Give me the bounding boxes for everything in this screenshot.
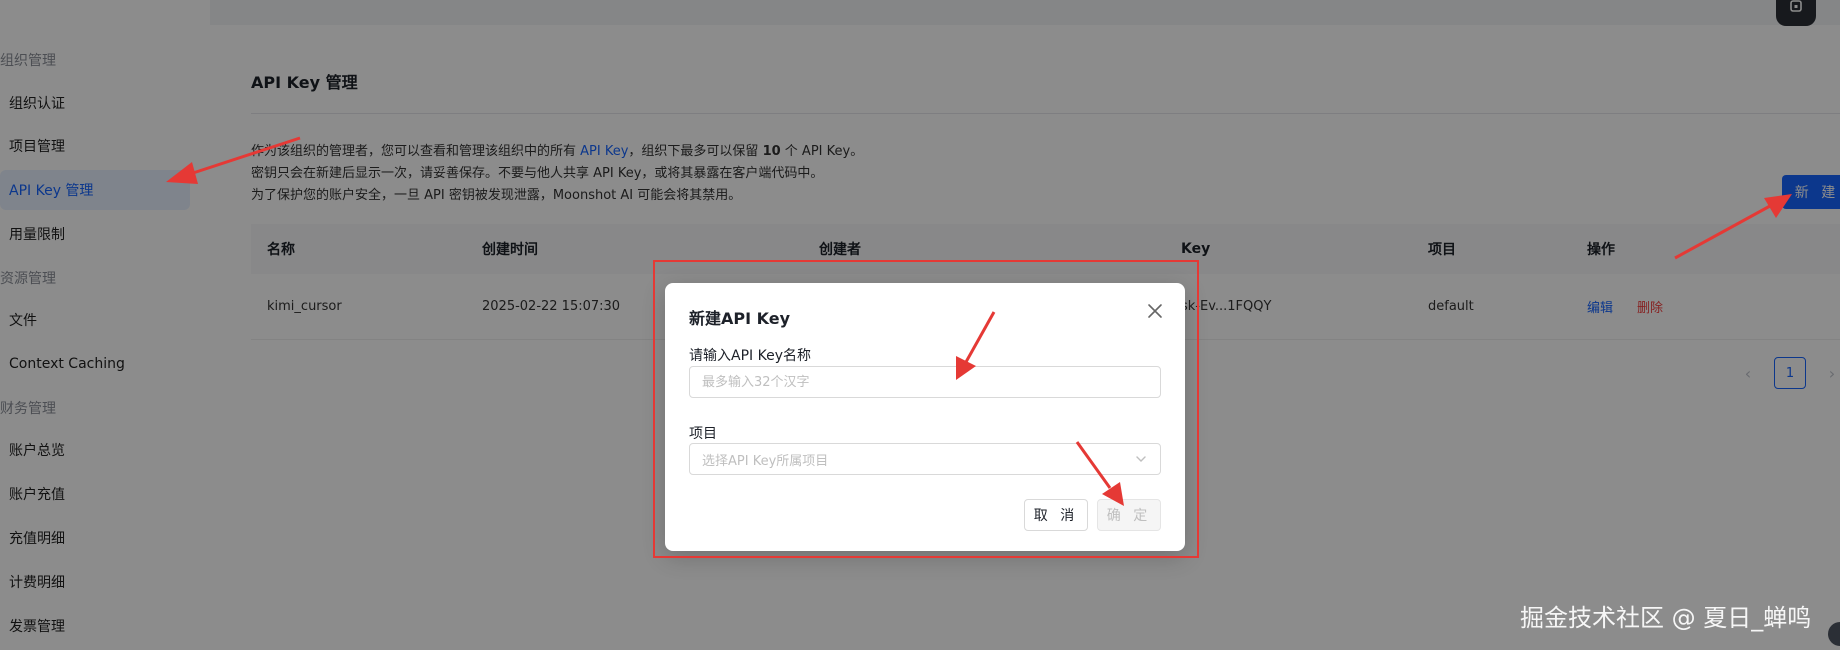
project-select[interactable]: 选择API Key所属项目 [689,443,1161,475]
project-select-placeholder: 选择API Key所属项目 [702,453,829,469]
new-api-key-dialog: 新建API Key 请输入API Key名称 项目 选择API Key所属项目 … [665,283,1185,551]
app-root: 组织管理 组织认证 项目管理 API Key 管理 用量限制 资源管理 文件 C… [0,0,1840,650]
cancel-button[interactable]: 取 消 [1024,499,1088,531]
name-field-label: 请输入API Key名称 [689,348,811,364]
api-key-name-input[interactable] [689,366,1161,398]
chevron-down-icon [1136,456,1146,462]
project-field-label: 项目 [689,426,717,442]
dialog-title: 新建API Key [689,309,791,328]
close-icon[interactable] [1145,301,1165,321]
watermark: 掘金技术社区 @ 夏日_蝉鸣 [1520,604,1812,632]
confirm-button[interactable]: 确 定 [1097,499,1161,531]
